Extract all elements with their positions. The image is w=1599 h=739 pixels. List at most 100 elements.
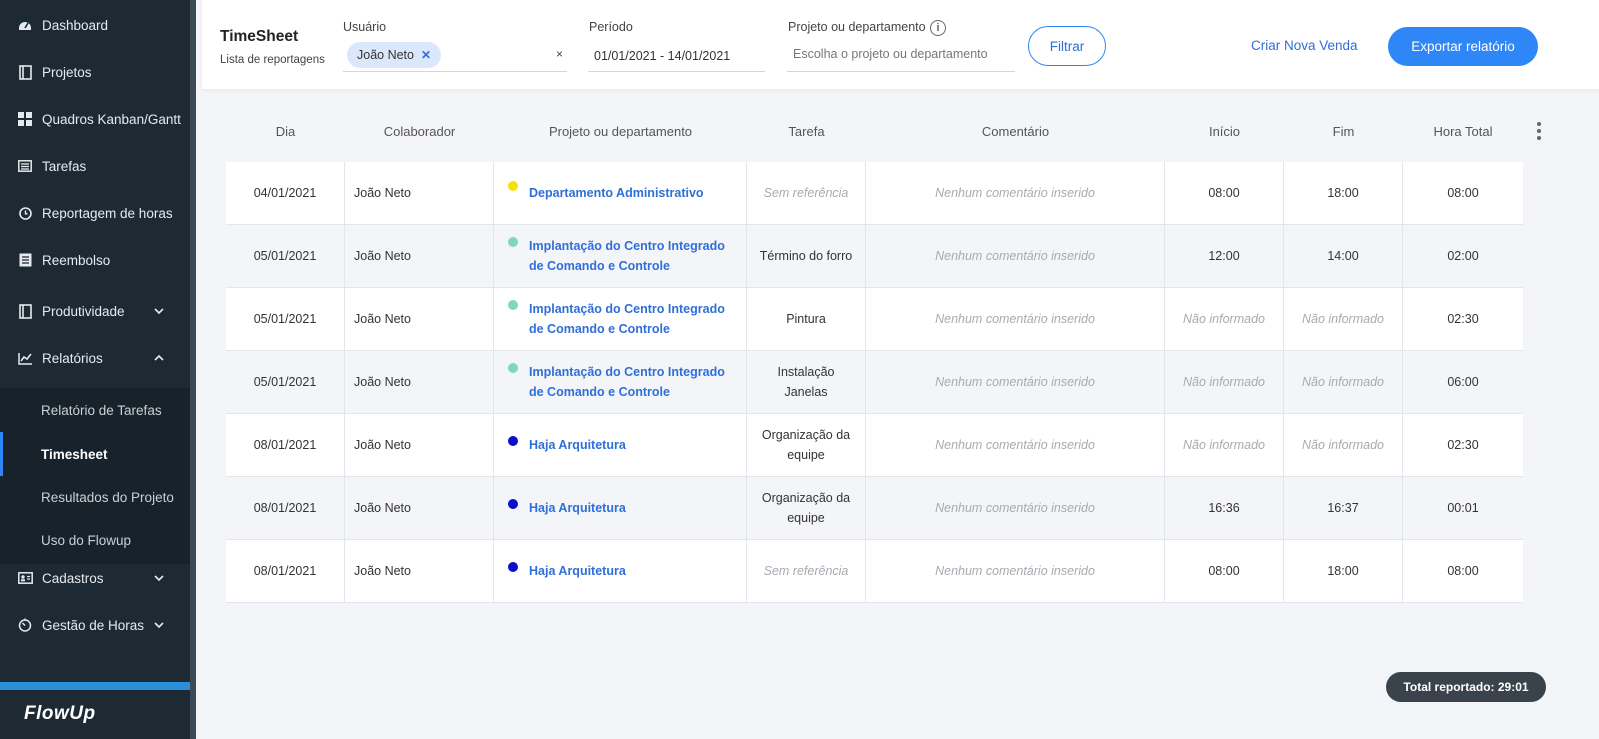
more-options-icon[interactable] — [1536, 122, 1542, 140]
table-row: 04/01/2021 João Neto Departamento Admini… — [226, 162, 1523, 225]
submenu-item-relatorio-tarefas[interactable]: Relatório de Tarefas — [0, 388, 190, 432]
cell-inicio: 12:00 — [1165, 225, 1284, 287]
clock-icon — [17, 205, 33, 221]
sidebar-item-relatorios[interactable]: Relatórios — [0, 336, 190, 380]
id-card-icon — [17, 570, 33, 586]
cell-projeto: Implantação do Centro Integrado de Coman… — [494, 351, 747, 413]
cell-colaborador: João Neto — [345, 288, 494, 350]
sidebar-item-dashboard[interactable]: Dashboard — [0, 3, 190, 47]
sidebar-item-label: Quadros Kanban/Gantt — [42, 111, 181, 127]
submenu-item-resultados-projeto[interactable]: Resultados do Projeto — [0, 475, 190, 519]
project-link[interactable]: Haja Arquitetura — [529, 435, 738, 455]
sidebar-item-label: Reportagem de horas — [42, 205, 173, 221]
cell-dia: 05/01/2021 — [226, 351, 345, 413]
cell-comentario: Nenhum comentário inserido — [866, 162, 1165, 224]
sidebar-item-produtividade[interactable]: Produtividade — [0, 289, 190, 333]
sidebar-item-label: Cadastros — [42, 570, 104, 586]
project-link[interactable]: Implantação do Centro Integrado de Coman… — [529, 236, 738, 276]
clear-icon[interactable]: × — [556, 47, 563, 61]
column-header-comentario[interactable]: Comentário — [866, 124, 1165, 139]
chevron-down-icon — [154, 308, 164, 315]
cell-colaborador: João Neto — [345, 414, 494, 476]
sidebar-item-tarefas[interactable]: Tarefas — [0, 144, 190, 188]
column-header-projeto[interactable]: Projeto ou departamento — [494, 124, 747, 139]
page-header: TimeSheet Lista de reportagens Usuário J… — [202, 0, 1599, 89]
user-filter-field[interactable]: João Neto ✕ × — [343, 38, 567, 72]
column-header-inicio[interactable]: Início — [1165, 124, 1284, 139]
table-header: Dia Colaborador Projeto ou departamento … — [226, 118, 1523, 146]
project-color-dot — [508, 237, 518, 247]
sidebar-item-label: Dashboard — [42, 17, 109, 33]
column-header-tarefa[interactable]: Tarefa — [747, 124, 866, 139]
list-icon — [17, 158, 33, 174]
project-link[interactable]: Implantação do Centro Integrado de Coman… — [529, 362, 738, 402]
filter-button[interactable]: Filtrar — [1028, 26, 1106, 66]
project-color-dot — [508, 562, 518, 572]
cell-hora-total: 02:00 — [1447, 249, 1479, 263]
page-subtitle: Lista de reportagens — [220, 54, 325, 66]
sidebar: Dashboard Projetos Quadros Kanban/Gantt … — [0, 0, 196, 739]
chip-remove-icon[interactable]: ✕ — [421, 48, 431, 62]
table-row: 08/01/2021 João Neto Haja Arquitetura Se… — [226, 540, 1523, 603]
chevron-down-icon — [154, 622, 164, 629]
project-link[interactable]: Haja Arquitetura — [529, 498, 738, 518]
cell-inicio: Não informado — [1165, 351, 1284, 413]
cell-tarefa: Pintura — [747, 288, 866, 350]
cell-hora-total: 08:00 — [1447, 186, 1479, 200]
cell-colaborador: João Neto — [345, 162, 494, 224]
cell-tarefa: Organização da equipe — [747, 477, 866, 539]
project-placeholder: Escolha o projeto ou departamento — [793, 47, 988, 61]
column-header-dia[interactable]: Dia — [226, 124, 345, 139]
sidebar-item-label: Produtividade — [42, 303, 125, 319]
cell-dia: 05/01/2021 — [226, 225, 345, 287]
period-value: 01/01/2021 - 14/01/2021 — [594, 49, 731, 63]
project-color-dot — [508, 436, 518, 446]
cell-colaborador: João Neto — [345, 225, 494, 287]
cell-comentario: Nenhum comentário inserido — [866, 351, 1165, 413]
project-color-dot — [508, 300, 518, 310]
info-icon[interactable]: i — [930, 20, 946, 36]
chevron-up-icon — [154, 354, 164, 361]
cell-comentario: Nenhum comentário inserido — [866, 477, 1165, 539]
project-link[interactable]: Implantação do Centro Integrado de Coman… — [529, 299, 738, 339]
cell-colaborador: João Neto — [345, 351, 494, 413]
period-label: Período — [589, 20, 633, 34]
chevron-down-icon — [154, 575, 164, 582]
sidebar-item-quadros[interactable]: Quadros Kanban/Gantt — [0, 97, 190, 141]
cell-comentario: Nenhum comentário inserido — [866, 540, 1165, 602]
cell-fim: Não informado — [1284, 351, 1403, 413]
project-color-dot — [508, 499, 518, 509]
cell-fim: 14:00 — [1284, 225, 1403, 287]
cell-fim: Não informado — [1284, 288, 1403, 350]
dashboard-icon — [17, 17, 33, 33]
cell-hora-total: 00:01 — [1447, 501, 1479, 515]
project-link[interactable]: Haja Arquitetura — [529, 561, 738, 581]
cell-colaborador: João Neto — [345, 477, 494, 539]
sidebar-item-projetos[interactable]: Projetos — [0, 50, 190, 94]
user-chip-label: João Neto — [357, 48, 414, 62]
cell-tarefa: Sem referência — [747, 162, 866, 224]
new-sale-link[interactable]: Criar Nova Venda — [1251, 38, 1358, 53]
cell-projeto: Implantação do Centro Integrado de Coman… — [494, 225, 747, 287]
table-row: 05/01/2021 João Neto Implantação do Cent… — [226, 225, 1523, 288]
sidebar-item-gestao-horas[interactable]: Gestão de Horas — [0, 603, 190, 647]
cell-inicio: Não informado — [1165, 414, 1284, 476]
sidebar-item-label: Tarefas — [42, 158, 87, 174]
period-field[interactable]: 01/01/2021 - 14/01/2021 — [588, 38, 765, 72]
project-color-dot — [508, 363, 518, 373]
cell-tarefa: Organização da equipe — [747, 414, 866, 476]
sidebar-item-reportagem[interactable]: Reportagem de horas — [0, 191, 190, 235]
column-header-fim[interactable]: Fim — [1284, 124, 1403, 139]
total-reported-badge: Total reportado: 29:01 — [1386, 672, 1546, 702]
column-header-hora-total[interactable]: Hora Total — [1403, 124, 1523, 139]
table-row: 05/01/2021 João Neto Implantação do Cent… — [226, 351, 1523, 414]
sidebar-item-cadastros[interactable]: Cadastros — [0, 556, 190, 600]
sidebar-item-reembolso[interactable]: Reembolso — [0, 238, 190, 282]
export-report-button[interactable]: Exportar relatório — [1388, 27, 1538, 66]
cell-projeto: Haja Arquitetura — [494, 540, 747, 602]
column-header-colaborador[interactable]: Colaborador — [345, 124, 494, 139]
project-filter-field[interactable]: Escolha o projeto ou departamento — [787, 38, 1015, 72]
submenu-item-timesheet[interactable]: Timesheet — [0, 432, 190, 476]
user-filter-label: Usuário — [343, 20, 387, 34]
project-link[interactable]: Departamento Administrativo — [529, 183, 738, 203]
